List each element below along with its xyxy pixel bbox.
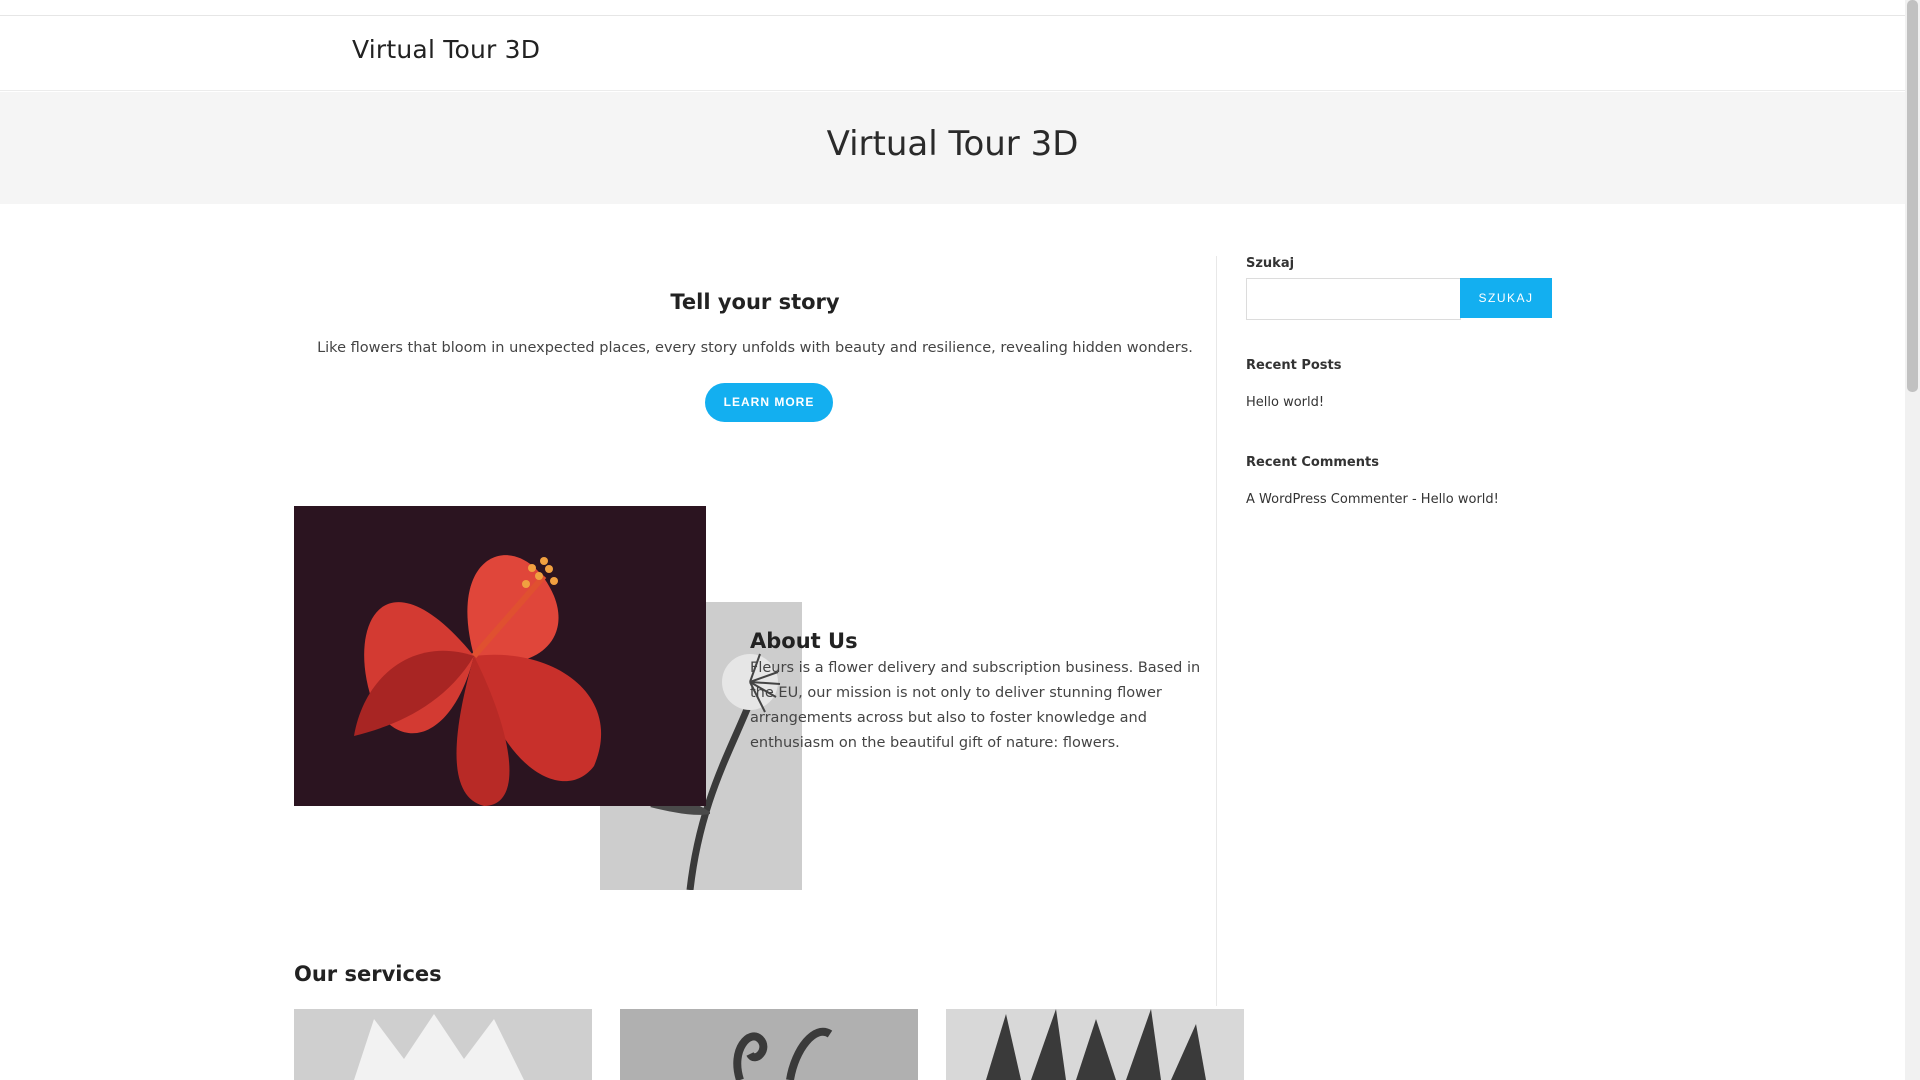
comment-post-link[interactable]: Hello world! xyxy=(1421,492,1499,507)
search-button[interactable]: SZUKAJ xyxy=(1460,278,1552,318)
site-title-link[interactable]: Virtual Tour 3D xyxy=(352,35,540,64)
recent-comment: A WordPress Commenter - Hello world! xyxy=(1246,492,1499,507)
comment-separator: - xyxy=(1407,492,1421,507)
recent-comments-title: Recent Comments xyxy=(1246,455,1379,470)
page-header: Virtual Tour 3D xyxy=(0,92,1905,204)
about-text: Fleurs is a flower delivery and subscrip… xyxy=(750,660,1201,751)
services-title: Our services xyxy=(294,962,442,986)
service-image-3 xyxy=(946,1009,1244,1080)
scrollbar-thumb[interactable] xyxy=(1907,0,1918,392)
learn-more-button[interactable]: LEARN MORE xyxy=(705,383,833,422)
service-image-2 xyxy=(620,1009,918,1080)
search-label: Szukaj xyxy=(1246,256,1295,271)
search-input[interactable] xyxy=(1246,278,1461,320)
hero-title: Tell your story xyxy=(670,290,840,314)
about-title: About Us xyxy=(750,629,858,653)
site-header: Virtual Tour 3D xyxy=(0,16,1905,91)
comment-author-link[interactable]: A WordPress Commenter xyxy=(1246,492,1408,507)
service-image-1 xyxy=(294,1009,592,1080)
hero-text: Like flowers that bloom in unexpected pl… xyxy=(317,340,1193,356)
top-bar xyxy=(0,0,1905,16)
recent-posts-title: Recent Posts xyxy=(1246,358,1342,373)
recent-post-link[interactable]: Hello world! xyxy=(1246,395,1324,410)
hibiscus-photo xyxy=(294,506,706,806)
content-sidebar-divider xyxy=(1216,256,1217,1006)
page-title: Virtual Tour 3D xyxy=(826,124,1079,164)
